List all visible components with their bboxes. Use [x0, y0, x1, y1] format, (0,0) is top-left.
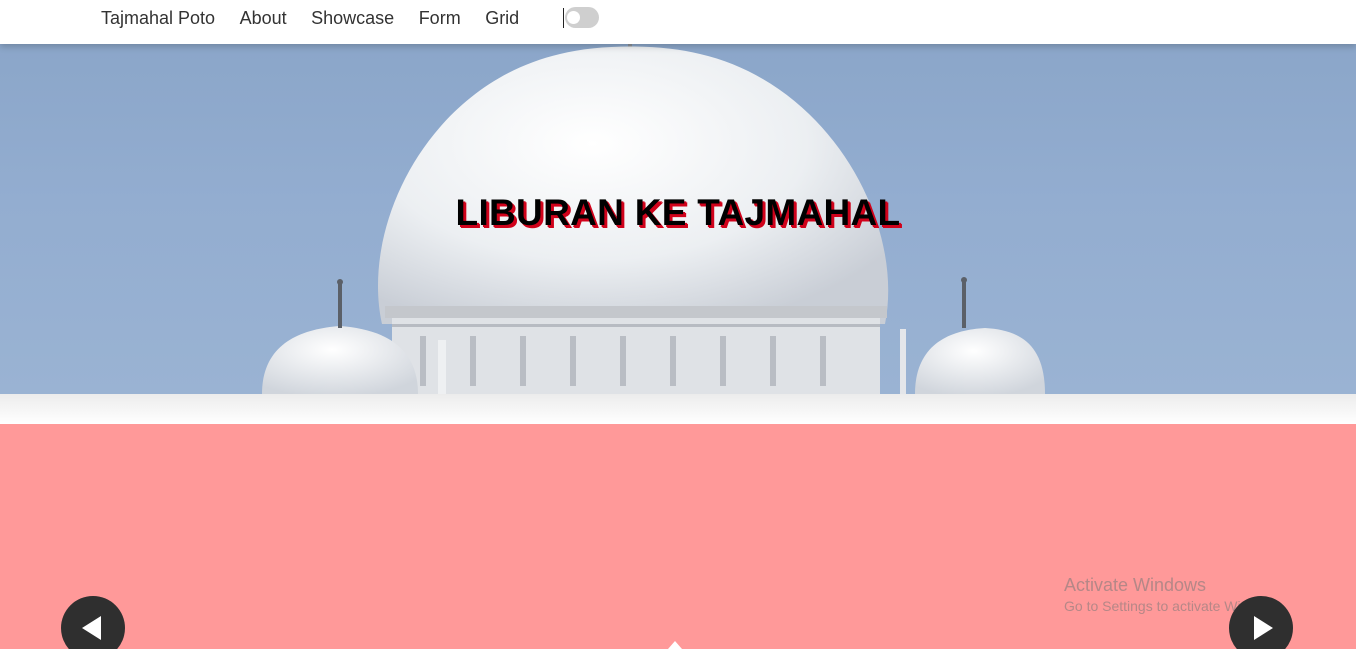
- navbar: Tajmahal Poto About Showcase Form Grid: [0, 0, 1356, 44]
- slide-indicator-icon: [668, 641, 682, 649]
- nav-link-about[interactable]: About: [240, 0, 287, 36]
- nav-link-grid[interactable]: Grid: [485, 0, 519, 36]
- theme-toggle[interactable]: [565, 7, 599, 28]
- nav-divider: [563, 8, 564, 28]
- slider: Activate Windows Go to Settings to activ…: [0, 424, 1356, 649]
- watermark-title: Activate Windows: [1064, 575, 1207, 595]
- slider-prev-button[interactable]: [61, 596, 125, 649]
- nav-links: Tajmahal Poto About Showcase Form Grid: [101, 0, 544, 36]
- nav-link-form[interactable]: Form: [419, 0, 461, 36]
- chevron-right-icon: [1254, 616, 1273, 640]
- hero-banner: LIBURAN KE TAJMAHAL: [0, 44, 1356, 394]
- nav-link-showcase[interactable]: Showcase: [311, 0, 394, 36]
- hero-title: LIBURAN KE TAJMAHAL: [455, 192, 901, 233]
- chevron-left-icon: [82, 616, 101, 640]
- section-spacer: [0, 394, 1356, 424]
- nav-brand-link[interactable]: Tajmahal Poto: [101, 0, 215, 36]
- toggle-knob: [567, 11, 580, 24]
